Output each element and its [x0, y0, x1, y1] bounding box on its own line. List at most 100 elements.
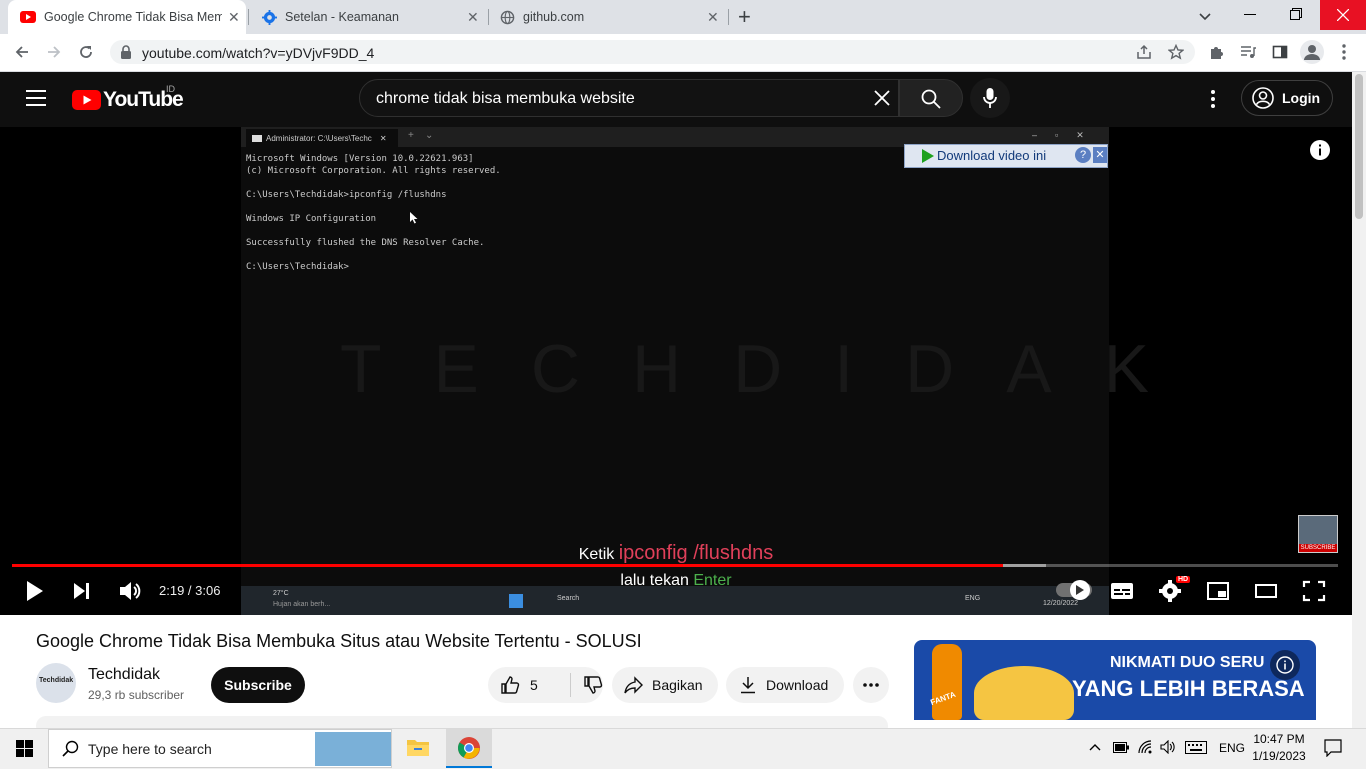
- close-icon[interactable]: ✕: [1093, 147, 1107, 163]
- notification-icon[interactable]: [1324, 739, 1342, 757]
- ad-bottle-image: [932, 644, 962, 720]
- mouse-cursor-icon: [410, 212, 418, 224]
- cmd-line: C:\Users\Techdidak>: [246, 262, 349, 272]
- miniplayer-icon[interactable]: [1206, 578, 1232, 604]
- subscribe-button[interactable]: Subscribe: [211, 667, 305, 703]
- play-icon: [1070, 580, 1090, 600]
- file-explorer-icon[interactable]: [406, 736, 430, 758]
- chevron-up-icon[interactable]: [1088, 740, 1102, 754]
- youtube-logo-icon: [72, 90, 101, 110]
- ad-info-icon[interactable]: [1270, 650, 1300, 680]
- close-icon: ✕: [379, 133, 387, 143]
- like-count: 5: [530, 677, 538, 693]
- tab-settings[interactable]: Setelan - Keamanan ✕: [250, 0, 488, 34]
- clock-date: 1/19/2023: [1252, 749, 1306, 763]
- voice-search-button[interactable]: [970, 78, 1010, 118]
- channel-name[interactable]: Techdidak: [88, 666, 160, 684]
- minimize-button[interactable]: [1244, 14, 1256, 15]
- subtitle2-key: Enter: [693, 572, 732, 589]
- windows-start-icon[interactable]: [16, 740, 33, 757]
- dislike-button[interactable]: [571, 675, 603, 695]
- tab-title: github.com: [523, 10, 585, 24]
- language-indicator[interactable]: ENG: [1219, 741, 1245, 755]
- download-button[interactable]: Download: [726, 667, 844, 703]
- country-code: ID: [166, 84, 175, 94]
- bookmark-star-icon[interactable]: [1168, 44, 1184, 60]
- autoplay-toggle[interactable]: [1056, 580, 1092, 600]
- chrome-icon: [458, 737, 480, 759]
- hamburger-menu-icon[interactable]: [26, 90, 46, 106]
- keyboard-icon[interactable]: [1185, 741, 1207, 754]
- share-button[interactable]: Bagikan: [612, 667, 718, 703]
- play-button[interactable]: [24, 578, 50, 604]
- forward-icon[interactable]: [46, 44, 62, 60]
- terminal-icon: [252, 134, 262, 142]
- settings-dots-icon[interactable]: [1211, 90, 1215, 108]
- video-inner-taskbar: 27°C Hujan akan berh... Search ENG 12/20…: [241, 586, 1109, 615]
- tab-separator: [728, 9, 729, 25]
- progress-played: [12, 564, 1003, 567]
- video-weather-text: Hujan akan berh...: [273, 601, 331, 608]
- channel-avatar[interactable]: Techdidak: [36, 663, 76, 703]
- windows-logo-icon: [509, 594, 523, 608]
- login-label: Login: [1282, 90, 1321, 106]
- share-icon[interactable]: [1136, 44, 1152, 60]
- close-tab-icon[interactable]: ✕: [467, 9, 479, 26]
- url-text[interactable]: youtube.com/watch?v=yDVjvF9DD_4: [142, 45, 374, 61]
- profile-avatar-icon[interactable]: [1300, 40, 1324, 64]
- theater-mode-icon[interactable]: [1254, 578, 1280, 604]
- fullscreen-icon[interactable]: [1302, 578, 1328, 604]
- tab-title: Setelan - Keamanan: [285, 10, 399, 24]
- gear-icon: [262, 9, 277, 25]
- download-video-button[interactable]: Download video ini ? ✕: [904, 144, 1108, 168]
- media-controls-icon[interactable]: [1240, 44, 1256, 60]
- volume-icon[interactable]: [118, 578, 144, 604]
- tab-search-icon[interactable]: [1197, 8, 1213, 24]
- like-button[interactable]: 5: [488, 673, 571, 697]
- subtitle2-prefix: lalu tekan: [620, 572, 694, 589]
- info-icon[interactable]: [1310, 140, 1330, 160]
- video-taskbar-date: 12/20/2022: [1043, 600, 1079, 607]
- next-button[interactable]: [72, 578, 98, 604]
- download-icon: [741, 677, 755, 694]
- subtitles-icon[interactable]: [1110, 578, 1136, 604]
- thumbs-up-icon: [501, 676, 520, 694]
- window-close-button[interactable]: [1320, 0, 1366, 30]
- network-icon[interactable]: [1138, 740, 1154, 754]
- search-icon: [62, 740, 79, 757]
- tab-github[interactable]: github.com ✕: [490, 0, 728, 34]
- chrome-menu-icon[interactable]: [1342, 44, 1346, 60]
- extensions-icon[interactable]: [1208, 44, 1224, 60]
- cmd-line: Successfully flushed the DNS Resolver Ca…: [246, 238, 485, 248]
- video-taskbar-search: Search: [557, 595, 580, 602]
- search-input[interactable]: chrome tidak bisa membuka website: [359, 79, 899, 117]
- reload-icon[interactable]: [78, 44, 94, 60]
- close-tab-icon[interactable]: ✕: [228, 9, 240, 26]
- video-taskbar-lang: ENG: [965, 595, 981, 602]
- tab-youtube[interactable]: Google Chrome Tidak Bisa Memb ✕: [8, 0, 246, 34]
- windows-search-box[interactable]: Type here to search: [48, 729, 392, 768]
- scrollbar-thumb[interactable]: [1355, 74, 1363, 219]
- restore-button[interactable]: [1290, 8, 1302, 20]
- battery-icon[interactable]: [1113, 742, 1129, 753]
- video-weather-temp: 27°C: [273, 590, 289, 597]
- system-clock[interactable]: 10:47 PM 1/19/2023: [1248, 731, 1310, 765]
- close-tab-icon[interactable]: ✕: [707, 9, 719, 26]
- chrome-taskbar-button[interactable]: [446, 729, 492, 768]
- search-button[interactable]: [899, 79, 963, 117]
- speaker-icon[interactable]: [1160, 740, 1176, 754]
- login-button[interactable]: Login: [1241, 80, 1333, 116]
- lock-icon[interactable]: [120, 45, 132, 59]
- back-icon[interactable]: [14, 44, 30, 60]
- tab-separator: [248, 9, 249, 25]
- channel-avatar-text: Techdidak: [39, 677, 74, 684]
- ad-banner[interactable]: FANTA NIKMATI DUO SERU YANG LEBIH BERASA: [914, 640, 1316, 720]
- search-query: chrome tidak bisa membuka website: [376, 90, 635, 107]
- clear-search-icon[interactable]: [874, 90, 890, 106]
- help-icon[interactable]: ?: [1075, 147, 1091, 163]
- new-tab-button[interactable]: +: [738, 4, 751, 30]
- side-panel-icon[interactable]: [1272, 44, 1288, 60]
- microphone-icon: [983, 88, 997, 108]
- more-actions-button[interactable]: [853, 667, 889, 703]
- video-cmd-window-controls: –▫✕: [1032, 130, 1102, 140]
